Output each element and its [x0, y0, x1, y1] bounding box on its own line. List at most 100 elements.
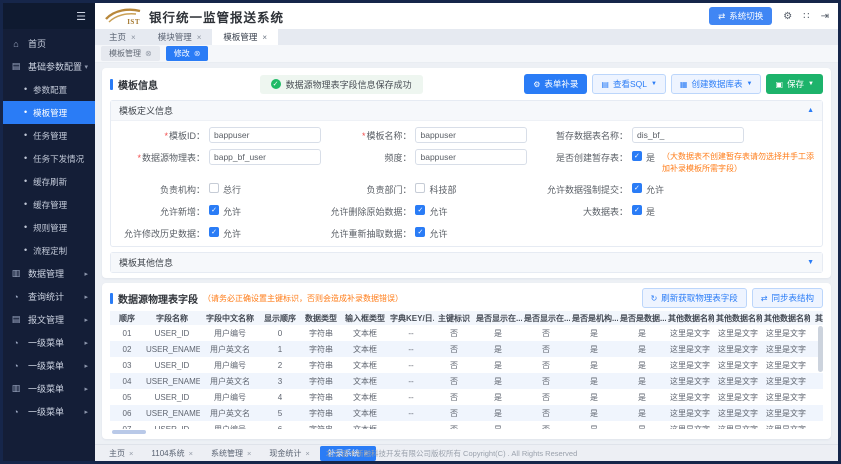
fields-table-wrap: 顺序 字段名称 字段中文名称 显示顺序 数据类型 — [110, 311, 823, 429]
allow-delete-checkbox[interactable]: ✓ — [415, 205, 425, 215]
sidebar-item-basic-params[interactable]: ▤ 基础参数配置 ▾ — [3, 55, 95, 78]
refresh-fields-button[interactable]: ↻ 刷新获取物理表字段 — [642, 288, 747, 308]
datasource-table-input[interactable] — [209, 149, 321, 165]
gear-icon[interactable]: ⚙ — [783, 11, 792, 22]
cell-primary-key: 否 — [434, 325, 474, 341]
sidebar-item-home[interactable]: ⌂ 首页 — [3, 32, 95, 55]
breadcrumb-chip-edit[interactable]: 修改 ⊗ — [166, 46, 209, 61]
big-table-checkbox[interactable]: ✓ — [632, 205, 642, 215]
sidebar-subitem-param-config[interactable]: • 参数配置 — [3, 78, 95, 101]
bottom-tab-cash-statistics[interactable]: 现金统计 × — [261, 446, 317, 461]
sidebar-item-message-management[interactable]: ▤ 报文管理 ▸ — [3, 308, 95, 331]
template-info-card: 模板信息 ✓ 数据源物理表字段信息保存成功 ⚙ 表单补录 ▤ 查看SQL — [102, 68, 831, 278]
tab-label: 模块管理 — [158, 31, 192, 43]
create-db-table-button[interactable]: ▦ 创建数据库表 ▼ — [671, 74, 762, 94]
sidebar-item-query-statistics[interactable]: ◔ 查询统计 ▸ — [3, 285, 95, 308]
tab-home[interactable]: 主页 × — [98, 29, 147, 45]
dept-checkbox[interactable]: ✓ — [415, 183, 425, 193]
close-circle-icon[interactable]: ⊗ — [145, 49, 152, 58]
allow-modify-history-checkbox[interactable]: ✓ — [209, 227, 219, 237]
sidebar-subitem-task-management[interactable]: • 任务管理 — [3, 124, 95, 147]
table-row[interactable]: 01 USER_ID 用户编号 0 字符串 文本框 -- 否 是 否 — [110, 325, 823, 341]
table-row[interactable]: 07 USER_ID 用户编号 6 字符串 文本框 -- 否 是 否 — [110, 421, 823, 429]
tab-module-management[interactable]: 模块管理 × — [147, 29, 213, 45]
cell-other-1: 这里是文字 — [666, 357, 714, 373]
force-submit-checkbox[interactable]: ✓ — [632, 183, 642, 193]
sidebar-item-level1-menu-1[interactable]: ◔ 一级菜单 ▸ — [3, 331, 95, 354]
cell-is-org: 是 — [570, 373, 618, 389]
frequency-input[interactable] — [415, 149, 527, 165]
bottom-tab-system-management[interactable]: 系统管理 × — [203, 446, 259, 461]
vertical-scrollbar-thumb[interactable] — [818, 326, 823, 372]
cell-show-in-2: 否 — [522, 421, 570, 429]
fields-table: 顺序 字段名称 字段中文名称 显示顺序 数据类型 — [110, 311, 823, 429]
sidebar-subitem-cache-refresh[interactable]: • 缓存刷新 — [3, 170, 95, 193]
bottom-tab-home[interactable]: 主页 × — [101, 446, 141, 461]
template-action-buttons: ⚙ 表单补录 ▤ 查看SQL ▼ ▦ 创建数据库表 ▼ — [524, 74, 823, 94]
column-header: 字段名称 — [144, 311, 200, 325]
table-row[interactable]: 02 USER_ENAME 用户英文名 1 字符串 文本框 -- 否 是 否 — [110, 341, 823, 357]
table-row[interactable]: 05 USER_ID 用户编号 4 字符串 文本框 -- 否 是 否 — [110, 389, 823, 405]
home-icon: ⌂ — [10, 39, 22, 49]
cell-show-in-2: 否 — [522, 405, 570, 421]
close-icon[interactable]: × — [189, 449, 193, 458]
cell-field-cn-name: 用户英文名 — [200, 405, 260, 421]
cell-other-1: 这里是文字 — [666, 373, 714, 389]
system-switch-button[interactable]: ⇄系统切换 — [709, 7, 772, 25]
close-icon[interactable]: × — [129, 449, 133, 458]
column-header: 其他数据名称 — [714, 311, 762, 325]
fullscreen-icon[interactable]: ∷ — [803, 11, 809, 22]
panel-header[interactable]: 模板其他信息 ▼ — [111, 253, 822, 272]
form-backfill-button[interactable]: ⚙ 表单补录 — [524, 74, 587, 94]
view-sql-button[interactable]: ▤ 查看SQL ▼ — [592, 74, 666, 94]
sidebar-subitem-rule-management[interactable]: • 规则管理 — [3, 216, 95, 239]
close-icon[interactable]: × — [262, 33, 267, 42]
close-icon[interactable]: × — [305, 449, 309, 458]
template-id-input[interactable] — [209, 127, 321, 143]
main-area: IST 银行统一监管报送系统 ⇄系统切换 ⚙ ∷ ⇥ 主页 × 模块管理 × 模… — [95, 3, 838, 461]
header-row: 顺序 字段名称 字段中文名称 显示顺序 数据类型 — [110, 311, 823, 325]
collapse-icon[interactable]: ▲ — [807, 107, 814, 114]
close-circle-icon[interactable]: ⊗ — [194, 49, 201, 58]
org-checkbox[interactable]: ✓ — [209, 183, 219, 193]
app-logo: IST — [104, 6, 142, 26]
logout-icon[interactable]: ⇥ — [821, 11, 829, 22]
sidebar-item-label: 一级菜单 — [28, 405, 64, 418]
close-icon[interactable]: × — [131, 33, 136, 42]
breadcrumb-chip-template-management[interactable]: 模板管理 ⊗ — [101, 46, 160, 61]
sidebar-subitem-cache-management[interactable]: • 缓存管理 — [3, 193, 95, 216]
expand-icon[interactable]: ▼ — [807, 259, 814, 266]
cell-dict-key: -- — [388, 373, 434, 389]
horizontal-scrollbar-thumb[interactable] — [112, 430, 146, 434]
sidebar-item-level1-menu-3[interactable]: ▥ 一级菜单 ▸ — [3, 377, 95, 400]
panel-header[interactable]: 模板定义信息 ▲ — [111, 101, 822, 120]
checkbox-label: 科技部 — [429, 183, 456, 196]
tab-label: 主页 — [109, 31, 126, 43]
close-icon[interactable]: × — [197, 33, 202, 42]
table-action-buttons: ↻ 刷新获取物理表字段 ⇄ 同步表结构 — [642, 288, 823, 308]
template-name-input[interactable] — [415, 127, 527, 143]
chevron-right-icon: ▸ — [84, 362, 88, 370]
bottom-tab-1104-system[interactable]: 1104系统 × — [143, 446, 201, 461]
sidebar-item-level1-menu-2[interactable]: ◔ 一级菜单 ▸ — [3, 354, 95, 377]
create-staging-checkbox[interactable]: ✓ — [632, 151, 642, 161]
tab-template-management[interactable]: 模板管理 × — [212, 29, 278, 45]
table-row[interactable]: 04 USER_ENAME 用户英文名 3 字符串 文本框 -- 否 是 否 — [110, 373, 823, 389]
table-row[interactable]: 06 USER_ENAME 用户英文名 5 字符串 文本框 -- 否 是 否 — [110, 405, 823, 421]
checkbox-label: 允许 — [223, 205, 241, 218]
sidebar-subitem-task-dispatch[interactable]: • 任务下发情况 — [3, 147, 95, 170]
sidebar-item-level1-menu-4[interactable]: ◔ 一级菜单 ▸ — [3, 400, 95, 423]
section-title: 模板信息 — [110, 77, 158, 92]
close-icon[interactable]: × — [247, 449, 251, 458]
allow-add-checkbox[interactable]: ✓ — [209, 205, 219, 215]
cell-field-name: USER_ID — [144, 389, 200, 405]
sidebar-item-data-management[interactable]: ▥ 数据管理 ▸ — [3, 262, 95, 285]
sidebar-subitem-process-customization[interactable]: • 流程定制 — [3, 239, 95, 262]
save-button[interactable]: ▣ 保存 ▼ — [766, 74, 823, 94]
table-row[interactable]: 03 USER_ID 用户编号 2 字符串 文本框 -- 否 是 否 — [110, 357, 823, 373]
allow-re-extract-checkbox[interactable]: ✓ — [415, 227, 425, 237]
staging-table-input[interactable] — [632, 127, 744, 143]
sidebar-subitem-template-management[interactable]: • 模板管理 — [3, 101, 95, 124]
collapse-sidebar-icon[interactable]: ☰ — [76, 10, 86, 23]
sync-structure-button[interactable]: ⇄ 同步表结构 — [752, 288, 823, 308]
